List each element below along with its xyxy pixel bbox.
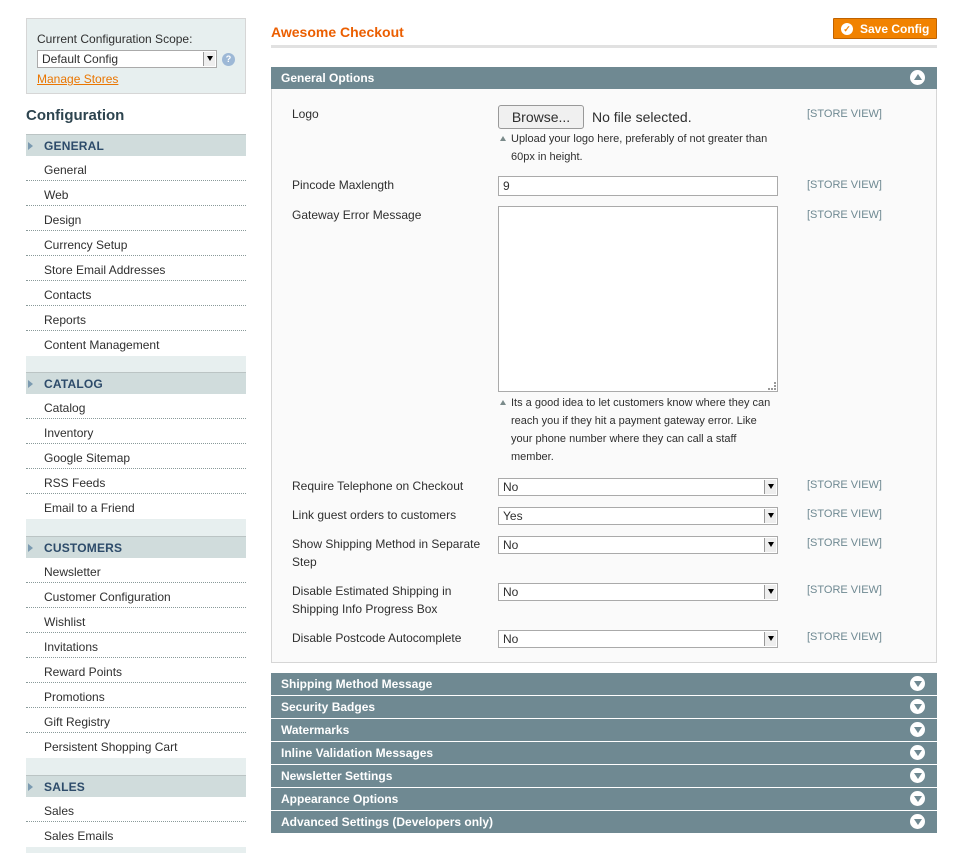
sidebar-item-sales[interactable]: Sales bbox=[26, 797, 246, 822]
pincode-label: Pincode Maxlength bbox=[292, 178, 395, 192]
section-general-options[interactable]: General Options bbox=[271, 67, 937, 89]
section-advanced-settings[interactable]: Advanced Settings (Developers only) bbox=[271, 811, 937, 833]
sidebar-item-design[interactable]: Design bbox=[26, 206, 246, 231]
sidebar-item-reward-points[interactable]: Reward Points bbox=[26, 658, 246, 683]
configuration-title: Configuration bbox=[26, 95, 246, 133]
nav-group-catalog: CATALOG Catalog Inventory Google Sitemap… bbox=[26, 372, 246, 536]
scope-select[interactable]: Default Config bbox=[37, 50, 218, 68]
require-telephone-label: Require Telephone on Checkout bbox=[292, 479, 464, 493]
no-file-text: No file selected. bbox=[592, 109, 692, 125]
sidebar-item-inventory[interactable]: Inventory bbox=[26, 419, 246, 444]
expand-icon[interactable] bbox=[910, 814, 925, 829]
gateway-error-textarea[interactable] bbox=[498, 206, 778, 392]
disable-estimated-shipping-select[interactable]: No bbox=[498, 583, 778, 601]
sidebar-item-persistent-shopping-cart[interactable]: Persistent Shopping Cart bbox=[26, 733, 246, 758]
scope-store-view: [STORE VIEW] bbox=[807, 508, 882, 520]
require-telephone-select[interactable]: No bbox=[498, 478, 778, 496]
sidebar-item-rss-feeds[interactable]: RSS Feeds bbox=[26, 469, 246, 494]
expand-icon[interactable] bbox=[910, 768, 925, 783]
page-title: Awesome Checkout bbox=[271, 24, 404, 40]
nav-group-sales: SALES Sales Sales Emails bbox=[26, 775, 246, 853]
manage-stores-link[interactable]: Manage Stores bbox=[37, 72, 235, 86]
sidebar-item-sales-emails[interactable]: Sales Emails bbox=[26, 822, 246, 847]
nav-group-title[interactable]: SALES bbox=[26, 775, 246, 797]
scope-store-view: [STORE VIEW] bbox=[807, 631, 882, 643]
scope-store-view: [STORE VIEW] bbox=[807, 179, 882, 191]
disable-postcode-select[interactable]: No bbox=[498, 630, 778, 648]
save-config-button[interactable]: ✓ Save Config bbox=[833, 18, 937, 39]
chevron-down-icon bbox=[207, 56, 214, 61]
sidebar-item-email-to-a-friend[interactable]: Email to a Friend bbox=[26, 494, 246, 519]
sidebar-item-currency-setup[interactable]: Currency Setup bbox=[26, 231, 246, 256]
expand-icon[interactable] bbox=[910, 722, 925, 737]
chevron-down-icon bbox=[768, 513, 774, 518]
disable-estimated-shipping-label: Disable Estimated Shipping in Shipping I… bbox=[292, 584, 452, 616]
nav-group-customers: CUSTOMERS Newsletter Customer Configurat… bbox=[26, 536, 246, 775]
sidebar-item-promotions[interactable]: Promotions bbox=[26, 683, 246, 708]
sidebar-item-contacts[interactable]: Contacts bbox=[26, 281, 246, 306]
chevron-down-icon bbox=[768, 636, 774, 641]
scope-label: Current Configuration Scope: bbox=[37, 32, 193, 46]
nav-group-title[interactable]: CATALOG bbox=[26, 372, 246, 394]
disable-postcode-label: Disable Postcode Autocomplete bbox=[292, 631, 462, 645]
link-guest-orders-select[interactable]: Yes bbox=[498, 507, 778, 525]
browse-button[interactable]: Browse... bbox=[498, 105, 584, 129]
scope-store-view: [STORE VIEW] bbox=[807, 584, 882, 596]
title-divider bbox=[271, 45, 937, 48]
gateway-error-label: Gateway Error Message bbox=[292, 208, 422, 222]
sidebar-item-wishlist[interactable]: Wishlist bbox=[26, 608, 246, 633]
sidebar-item-catalog[interactable]: Catalog bbox=[26, 394, 246, 419]
nav-group-title[interactable]: GENERAL bbox=[26, 134, 246, 156]
section-appearance-options[interactable]: Appearance Options bbox=[271, 788, 937, 810]
chevron-down-icon bbox=[768, 542, 774, 547]
expand-icon[interactable] bbox=[910, 745, 925, 760]
logo-note: Upload your logo here, preferably of not… bbox=[498, 130, 778, 166]
show-shipping-method-select[interactable]: No bbox=[498, 536, 778, 554]
nav-group-title[interactable]: CUSTOMERS bbox=[26, 536, 246, 558]
help-icon[interactable]: ? bbox=[222, 52, 235, 66]
chevron-down-icon bbox=[768, 589, 774, 594]
section-watermarks[interactable]: Watermarks bbox=[271, 719, 937, 741]
chevron-down-icon bbox=[768, 484, 774, 489]
sidebar-item-gift-registry[interactable]: Gift Registry bbox=[26, 708, 246, 733]
show-shipping-method-label: Show Shipping Method in Separate Step bbox=[292, 537, 481, 569]
check-icon: ✓ bbox=[841, 23, 853, 35]
section-security-badges[interactable]: Security Badges bbox=[271, 696, 937, 718]
section-inline-validation-messages[interactable]: Inline Validation Messages bbox=[271, 742, 937, 764]
sidebar-item-general[interactable]: General bbox=[26, 156, 246, 181]
sidebar-item-web[interactable]: Web bbox=[26, 181, 246, 206]
sidebar: Current Configuration Scope: Default Con… bbox=[26, 18, 246, 853]
logo-label: Logo bbox=[292, 107, 319, 121]
section-shipping-method-message[interactable]: Shipping Method Message bbox=[271, 673, 937, 695]
sidebar-item-newsletter[interactable]: Newsletter bbox=[26, 558, 246, 583]
general-options-fieldset: Logo Browse... No file selected. Upload … bbox=[271, 89, 937, 663]
pincode-input[interactable]: 9 bbox=[498, 176, 778, 196]
link-guest-orders-label: Link guest orders to customers bbox=[292, 508, 457, 522]
sidebar-item-store-email-addresses[interactable]: Store Email Addresses bbox=[26, 256, 246, 281]
scope-switcher: Current Configuration Scope: Default Con… bbox=[26, 18, 246, 94]
scope-store-view: [STORE VIEW] bbox=[807, 108, 882, 120]
nav-group-general: GENERAL General Web Design Currency Setu… bbox=[26, 134, 246, 372]
sidebar-item-customer-configuration[interactable]: Customer Configuration bbox=[26, 583, 246, 608]
sidebar-item-reports[interactable]: Reports bbox=[26, 306, 246, 331]
scope-store-view: [STORE VIEW] bbox=[807, 209, 882, 221]
expand-icon[interactable] bbox=[910, 791, 925, 806]
scope-store-view: [STORE VIEW] bbox=[807, 537, 882, 549]
resize-grip-icon[interactable] bbox=[768, 382, 776, 390]
expand-icon[interactable] bbox=[910, 699, 925, 714]
gateway-error-note: Its a good idea to let customers know wh… bbox=[498, 394, 778, 466]
expand-icon[interactable] bbox=[910, 676, 925, 691]
scope-store-view: [STORE VIEW] bbox=[807, 479, 882, 491]
sidebar-item-content-management[interactable]: Content Management bbox=[26, 331, 246, 356]
sidebar-item-google-sitemap[interactable]: Google Sitemap bbox=[26, 444, 246, 469]
sidebar-item-invitations[interactable]: Invitations bbox=[26, 633, 246, 658]
collapse-icon[interactable] bbox=[910, 70, 925, 85]
section-newsletter-settings[interactable]: Newsletter Settings bbox=[271, 765, 937, 787]
